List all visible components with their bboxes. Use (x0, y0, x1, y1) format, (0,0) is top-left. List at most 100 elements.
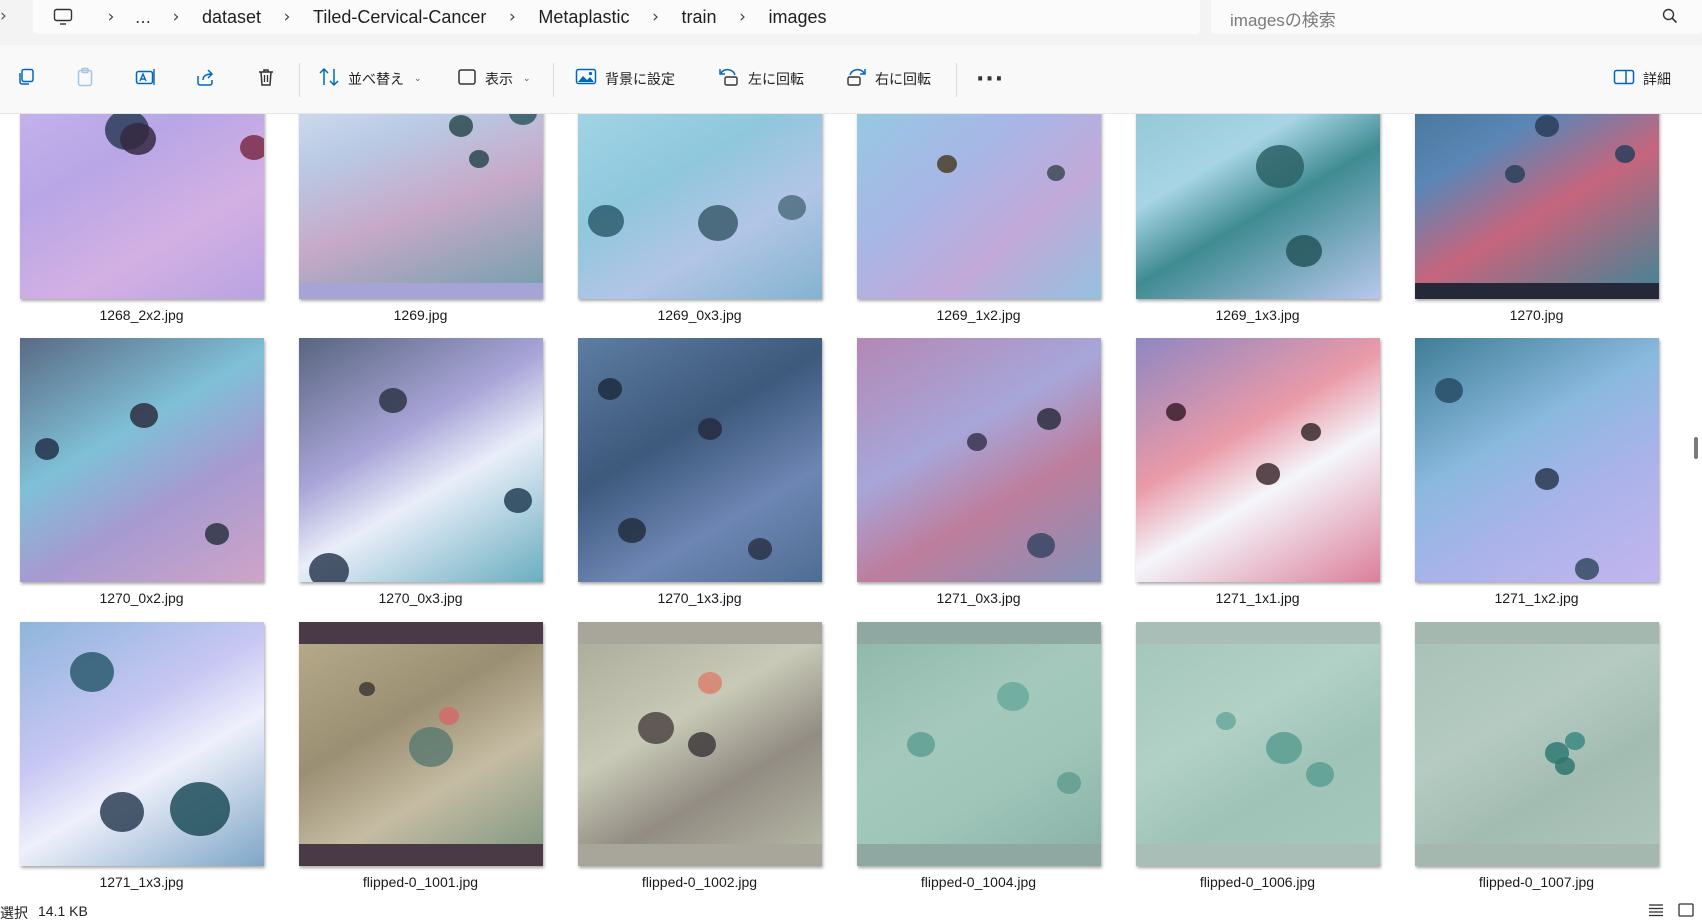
breadcrumb-item-train[interactable]: train (673, 7, 724, 28)
share-button[interactable] (195, 45, 215, 113)
cell-nucleus (967, 433, 987, 451)
cell-nucleus (35, 438, 59, 460)
file-name-label[interactable]: 1270_0x3.jpg (281, 590, 560, 606)
file-name-label[interactable]: 1268_2x2.jpg (2, 307, 281, 323)
view-button[interactable]: 表示 ⌄ (457, 45, 531, 113)
file-thumbnail[interactable] (20, 338, 264, 582)
breadcrumb[interactable]: › … › dataset › Tiled-Cervical-Cancer › … (33, 0, 1200, 34)
file-name-label[interactable]: 1269_0x3.jpg (560, 307, 839, 323)
details-view-icon[interactable] (1648, 903, 1664, 922)
file-thumbnail[interactable] (857, 338, 1101, 582)
cell-nucleus (439, 707, 459, 725)
status-bar: 選択 14.1 KB (0, 899, 1702, 923)
cell-nucleus (688, 732, 716, 758)
file-thumbnail[interactable] (299, 338, 543, 582)
file-name-label[interactable]: 1270_1x3.jpg (560, 590, 839, 606)
set-background-button[interactable]: 背景に設定 (575, 45, 675, 113)
file-name-label[interactable]: 1271_0x3.jpg (839, 590, 1118, 606)
delete-button[interactable] (256, 45, 276, 113)
more-options-button[interactable]: ··· (976, 45, 1004, 113)
file-name-label[interactable]: flipped-0_1006.jpg (1118, 874, 1397, 890)
image-padding-band (857, 844, 1101, 866)
breadcrumb-item-dataset[interactable]: dataset (194, 7, 269, 28)
this-pc-icon[interactable] (33, 0, 93, 34)
large-icons-view-icon[interactable] (1678, 903, 1694, 922)
sort-label: 並べ替え (348, 71, 404, 87)
file-thumbnail[interactable] (1136, 622, 1380, 866)
sort-button[interactable]: 並べ替え ⌄ (318, 45, 422, 113)
image-padding-band (578, 622, 822, 644)
file-thumbnail[interactable] (578, 622, 822, 866)
file-thumbnail[interactable] (1415, 622, 1659, 866)
paste-button[interactable] (75, 45, 95, 113)
cell-nucleus (907, 732, 935, 758)
breadcrumb-item-tiled-cervical-cancer[interactable]: Tiled-Cervical-Cancer (305, 7, 494, 28)
cell-nucleus (205, 523, 229, 545)
copy-icon (16, 67, 36, 92)
vertical-scrollbar[interactable] (1690, 114, 1702, 899)
file-thumbnail[interactable] (578, 114, 822, 299)
file-thumbnail[interactable] (578, 338, 822, 582)
file-thumbnail[interactable] (20, 114, 264, 299)
cell-nucleus (509, 114, 537, 126)
details-pane-button[interactable]: 詳細 (1613, 45, 1671, 113)
search-icon[interactable] (1662, 8, 1678, 29)
file-name-label[interactable]: 1270.jpg (1397, 307, 1676, 323)
chevron-right-icon: › (652, 7, 659, 27)
file-thumbnail[interactable] (1136, 338, 1380, 582)
file-name-label[interactable]: flipped-0_1002.jpg (560, 874, 839, 890)
cell-nucleus (1286, 235, 1322, 268)
file-name-label[interactable]: 1271_1x3.jpg (2, 874, 281, 890)
cell-nucleus (1535, 115, 1559, 137)
cell-nucleus (379, 388, 407, 414)
image-padding-band (578, 844, 822, 866)
cell-nucleus (1435, 378, 1463, 404)
cell-nucleus (618, 518, 646, 544)
cell-nucleus (698, 205, 738, 241)
file-name-label[interactable]: 1269_1x3.jpg (1118, 307, 1397, 323)
chevron-left-icon[interactable]: › (0, 6, 7, 26)
search-placeholder: imagesの検索 (1230, 11, 1336, 30)
file-thumbnail[interactable] (1415, 114, 1659, 299)
file-name-label[interactable]: flipped-0_1004.jpg (839, 874, 1118, 890)
breadcrumb-overflow-button[interactable]: … (129, 8, 158, 27)
cell-nucleus (1256, 463, 1280, 485)
file-name-label[interactable]: 1271_1x2.jpg (1397, 590, 1676, 606)
address-bar-row: › › … › dataset › Tiled-Cervical-Cancer … (0, 0, 1702, 45)
file-name-label[interactable]: flipped-0_1007.jpg (1397, 874, 1676, 890)
details-label: 詳細 (1643, 71, 1671, 87)
image-padding-band (1415, 283, 1659, 299)
cell-nucleus (638, 712, 674, 745)
file-thumbnail[interactable] (857, 114, 1101, 299)
breadcrumb-item-images[interactable]: images (760, 7, 834, 28)
file-name-label[interactable]: 1269.jpg (281, 307, 560, 323)
scrollbar-thumb[interactable] (1694, 437, 1698, 459)
cell-nucleus (449, 115, 473, 137)
file-name-label[interactable]: flipped-0_1001.jpg (281, 874, 560, 890)
search-input[interactable]: imagesの検索 (1211, 0, 1702, 34)
cell-nucleus (1166, 403, 1186, 421)
view-label: 表示 (485, 71, 513, 87)
image-icon (575, 67, 597, 92)
file-thumbnail[interactable] (299, 622, 543, 866)
sort-icon (318, 67, 340, 92)
file-thumbnail[interactable] (1136, 114, 1380, 299)
file-grid: 1268_2x2.jpg 1269.jpg 1269_0x3.jpg 1269_1x2… (0, 114, 1690, 899)
file-name-label[interactable]: 1269_1x2.jpg (839, 307, 1118, 323)
rotate-left-button[interactable]: 左に回転 (718, 45, 804, 113)
file-thumbnail[interactable] (20, 622, 264, 866)
cell-nucleus (588, 205, 624, 238)
cell-nucleus (598, 378, 622, 400)
file-thumbnail[interactable] (299, 114, 543, 299)
command-bar: 並べ替え ⌄ 表示 ⌄ 背景に設定 左に回転 右に回転 ··· 詳細 (0, 45, 1702, 114)
rotate-right-button[interactable]: 右に回転 (845, 45, 931, 113)
file-thumbnail[interactable] (857, 622, 1101, 866)
file-name-label[interactable]: 1271_1x1.jpg (1118, 590, 1397, 606)
breadcrumb-item-metaplastic[interactable]: Metaplastic (530, 7, 637, 28)
rename-button[interactable] (135, 45, 157, 113)
cell-nucleus (1301, 423, 1321, 441)
copy-button[interactable] (16, 45, 36, 113)
file-name-label[interactable]: 1270_0x2.jpg (2, 590, 281, 606)
cell-nucleus (504, 488, 532, 514)
file-thumbnail[interactable] (1415, 338, 1659, 582)
